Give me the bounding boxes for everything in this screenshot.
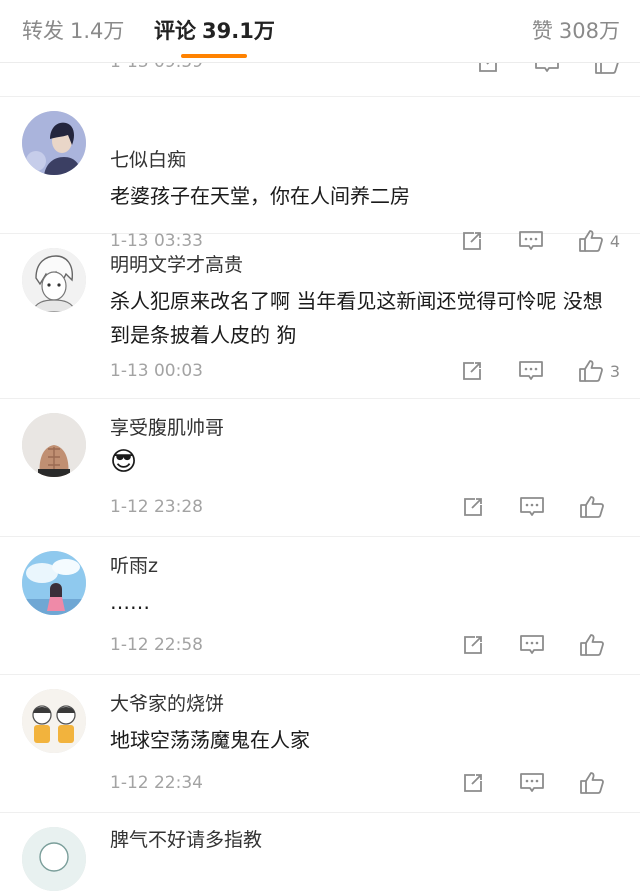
repost-icon	[464, 636, 482, 654]
comment-icon	[520, 773, 544, 792]
like-button[interactable]	[579, 495, 620, 519]
comment-item: 享受腹肌帅哥 😎 1-12 23:28	[0, 399, 640, 537]
avatar-image	[22, 689, 86, 753]
comment-actions	[461, 768, 620, 798]
like-button[interactable]	[579, 771, 620, 795]
tab-comments-label: 评论	[154, 19, 196, 43]
repost-button[interactable]	[461, 634, 485, 656]
like-button[interactable]	[579, 633, 620, 657]
avatar[interactable]	[22, 827, 86, 891]
repost-button[interactable]	[460, 360, 484, 382]
reply-button[interactable]	[518, 360, 544, 382]
reply-button[interactable]	[519, 772, 545, 794]
comment-item: 脾气不好请多指教	[0, 813, 640, 891]
comment-actions	[461, 630, 620, 660]
avatar-image	[22, 248, 86, 312]
comment-text: 杀人犯原来改名了啊 当年看见这新闻还觉得可怜呢 没想到是条披着人皮的 狗	[110, 289, 603, 347]
tab-likes-label: 赞	[531, 19, 553, 43]
comment-actions	[461, 492, 620, 522]
active-tab-indicator	[181, 54, 247, 58]
avatar[interactable]	[22, 551, 86, 615]
comment-time: 1-13 00:03	[110, 361, 203, 381]
avatar[interactable]	[22, 248, 86, 312]
avatar-image	[22, 413, 86, 477]
avatar[interactable]	[22, 111, 86, 175]
comment-item-partial: 1-13 09:59	[0, 52, 640, 97]
repost-button[interactable]	[461, 772, 485, 794]
avatar-image	[22, 827, 86, 891]
tab-repost-count: 1.4万	[70, 19, 125, 43]
avatar-image	[22, 111, 86, 175]
username[interactable]: 听雨z	[110, 553, 158, 579]
comment-time: 1-12 22:34	[110, 773, 203, 793]
comment-list: 1-13 09:59 七似白痴 老婆孩子在天堂，你在人间养二房	[0, 52, 640, 891]
comment-time: 1-12 23:28	[110, 497, 203, 517]
comment-icon	[518, 361, 543, 380]
comment-icon	[520, 497, 544, 516]
username[interactable]: 脾气不好请多指教	[110, 827, 262, 853]
thumbs-up-icon	[580, 772, 604, 794]
username[interactable]: 享受腹肌帅哥	[110, 415, 224, 441]
username[interactable]: 七似白痴	[110, 147, 186, 173]
reply-button[interactable]	[519, 496, 545, 518]
avatar[interactable]	[22, 689, 86, 753]
tab-likes-count: 308万	[558, 19, 620, 43]
comment-tabs: 转发 1.4万 评论 39.1万 赞 308万	[0, 0, 640, 63]
comment-text: 老婆孩子在天堂，你在人间养二房	[110, 184, 410, 208]
comment-item: 明明文学才高贵 杀人犯原来改名了啊 当年看见这新闻还觉得可怜呢 没想到是条披着人…	[0, 234, 640, 399]
comment-text: 😎	[110, 447, 138, 477]
tab-likes[interactable]: 赞 308万	[532, 16, 620, 46]
avatar[interactable]	[22, 413, 86, 477]
comment-text: ……	[110, 590, 150, 614]
thumbs-up-icon	[580, 496, 604, 518]
repost-button[interactable]	[461, 496, 485, 518]
repost-icon	[462, 362, 481, 380]
tab-comments-count: 39.1万	[202, 19, 275, 43]
tab-repost[interactable]: 转发 1.4万	[22, 16, 124, 46]
repost-icon	[464, 774, 482, 792]
repost-icon	[464, 498, 482, 516]
avatar-image	[22, 551, 86, 615]
like-count: 3	[609, 361, 620, 381]
comment-time: 1-12 22:58	[110, 635, 203, 655]
like-button[interactable]: 3	[578, 359, 620, 383]
comment-item: 七似白痴 老婆孩子在天堂，你在人间养二房 1-13 03:33 4	[0, 97, 640, 252]
comment-actions: 3	[460, 356, 620, 386]
comment-icon	[520, 635, 544, 654]
comment-item: 大爷家的烧饼 地球空荡荡魔鬼在人家 1-12 22:34	[0, 675, 640, 813]
reply-button[interactable]	[519, 634, 545, 656]
thumbs-up-icon	[580, 634, 604, 656]
username[interactable]: 大爷家的烧饼	[110, 691, 224, 717]
comment-text: 地球空荡荡魔鬼在人家	[110, 728, 310, 752]
comment-item: 听雨z …… 1-12 22:58	[0, 537, 640, 675]
tab-comments[interactable]: 评论 39.1万	[154, 16, 275, 46]
thumbs-up-icon	[578, 360, 603, 382]
tab-repost-label: 转发	[22, 19, 64, 43]
username[interactable]: 明明文学才高贵	[110, 252, 243, 278]
